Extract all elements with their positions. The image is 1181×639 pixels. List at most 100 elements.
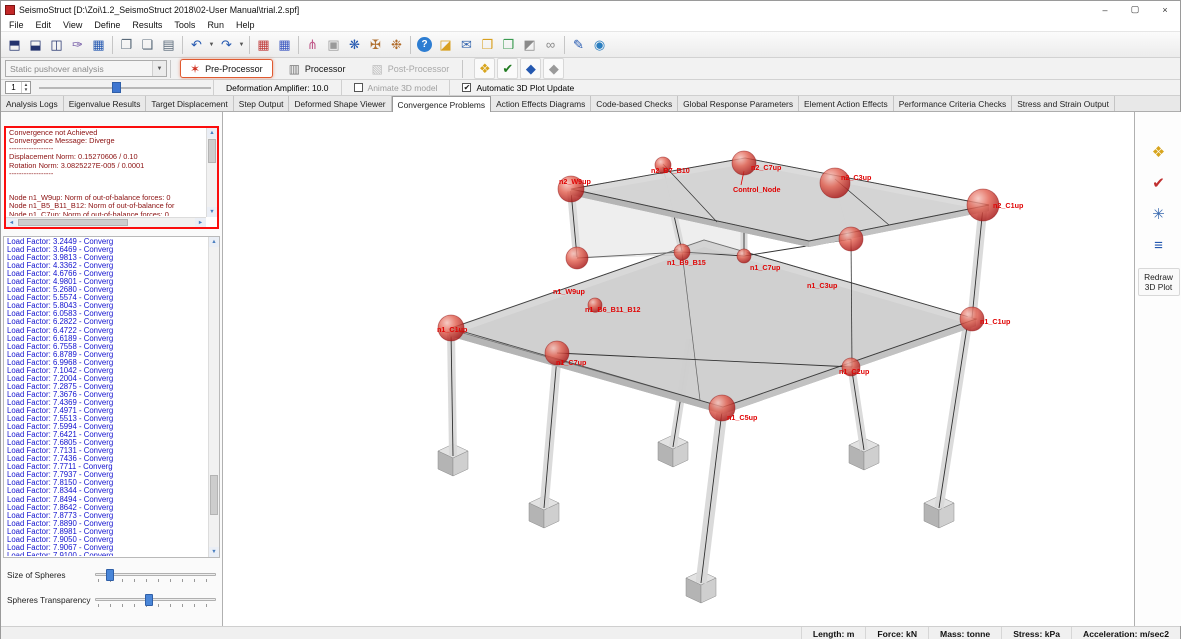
load-factor-row[interactable]: Load Factor: 7.6421 - Converg — [7, 431, 206, 439]
tab-eigenvalue-results[interactable]: Eigenvalue Results — [64, 96, 147, 111]
load-factor-row[interactable]: Load Factor: 3.2449 - Converg — [7, 238, 206, 246]
amplifier-slider[interactable] — [37, 81, 213, 95]
load-factor-row[interactable]: Load Factor: 3.6469 - Converg — [7, 246, 206, 254]
load-factor-row[interactable]: Load Factor: 6.0583 - Converg — [7, 310, 206, 318]
load-factor-vscrollbar[interactable]: ▲ ▼ — [208, 237, 219, 557]
undo-dropdown-icon[interactable]: ▼ — [207, 34, 216, 55]
load-factor-row[interactable]: Load Factor: 7.5513 - Converg — [7, 415, 206, 423]
load-factor-row[interactable]: Load Factor: 6.8789 - Converg — [7, 351, 206, 359]
model-3d-icon[interactable]: ◩ — [519, 34, 540, 55]
load-factor-row[interactable]: Load Factor: 7.6805 - Converg — [7, 439, 206, 447]
convergence-vscrollbar[interactable]: ▲ ▼ — [206, 128, 217, 217]
checklist-icon[interactable]: ✔ — [497, 58, 518, 79]
node-sphere[interactable] — [839, 227, 863, 251]
menu-run[interactable]: Run — [201, 20, 230, 30]
load-factor-row[interactable]: Load Factor: 7.8773 - Converg — [7, 512, 206, 520]
redo-dropdown-icon[interactable]: ▼ — [237, 34, 246, 55]
checklist-icon[interactable]: ✔ — [1146, 171, 1172, 195]
load-factor-row[interactable]: Load Factor: 6.4722 - Converg — [7, 327, 206, 335]
open-results-icon[interactable]: ◪ — [435, 34, 456, 55]
merge-model-icon[interactable]: ◫ — [46, 34, 67, 55]
load-factor-row[interactable]: Load Factor: 5.5574 - Converg — [7, 294, 206, 302]
amplifier-spinner[interactable]: 1 ▲▼ — [5, 81, 31, 94]
spheres-transparency-slider[interactable] — [95, 592, 216, 608]
analysis-type-select[interactable]: Static pushover analysis ▼ — [5, 60, 167, 77]
load-factor-row[interactable]: Load Factor: 3.9813 - Converg — [7, 254, 206, 262]
scroll-down-icon[interactable]: ▼ — [209, 547, 219, 557]
tab-deformed-shape-viewer[interactable]: Deformed Shape Viewer — [289, 96, 391, 111]
minimize-button[interactable]: – — [1090, 1, 1120, 18]
tab-element-action-effects[interactable]: Element Action Effects — [799, 96, 894, 111]
scrollbar-thumb[interactable] — [18, 219, 128, 226]
tab-analysis-logs[interactable]: Analysis Logs — [1, 96, 64, 111]
load-factor-row[interactable]: Load Factor: 7.8150 - Converg — [7, 479, 206, 487]
scrollbar-track[interactable] — [17, 218, 195, 227]
scroll-right-icon[interactable]: ► — [195, 218, 206, 227]
window-icon[interactable]: ▣ — [323, 34, 344, 55]
processor-button[interactable]: ▥ Processor — [279, 59, 356, 78]
load-factor-row[interactable]: Load Factor: 5.8043 - Converg — [7, 302, 206, 310]
scroll-left-icon[interactable]: ◄ — [6, 218, 17, 227]
load-factor-row[interactable]: Load Factor: 7.8344 - Converg — [7, 487, 206, 495]
print-icon[interactable]: ▤ — [158, 34, 179, 55]
load-factor-row[interactable]: Load Factor: 7.8890 - Converg — [7, 520, 206, 528]
load-factor-row[interactable]: Load Factor: 4.3362 - Converg — [7, 262, 206, 270]
load-factor-row[interactable]: Load Factor: 7.5994 - Converg — [7, 423, 206, 431]
load-factor-row[interactable]: Load Factor: 4.9801 - Converg — [7, 278, 206, 286]
load-factor-row[interactable]: Load Factor: 7.8981 - Converg — [7, 528, 206, 536]
load-factor-list[interactable]: Load Factor: 3.2449 - ConvergLoad Factor… — [3, 236, 220, 558]
gear-icon[interactable]: ❋ — [344, 34, 365, 55]
redraw-3d-plot-button[interactable]: Redraw 3D Plot — [1138, 268, 1180, 296]
scroll-up-icon[interactable]: ▲ — [207, 128, 217, 138]
scroll-down-icon[interactable]: ▼ — [207, 207, 217, 217]
link-icon[interactable]: ∞ — [540, 34, 561, 55]
menu-view[interactable]: View — [57, 20, 88, 30]
help-icon[interactable]: ? — [417, 37, 432, 52]
globe-icon[interactable]: ◉ — [589, 34, 610, 55]
tab-action-effects-diagrams[interactable]: Action Effects Diagrams — [491, 96, 591, 111]
tab-target-displacement[interactable]: Target Displacement — [146, 96, 233, 111]
spinner-arrows-icon[interactable]: ▲▼ — [21, 82, 30, 93]
load-factor-row[interactable]: Load Factor: 7.9050 - Converg — [7, 536, 206, 544]
auto-update-checkbox[interactable] — [462, 83, 471, 92]
export-model-icon[interactable]: ⬓ — [25, 34, 46, 55]
load-factor-row[interactable]: Load Factor: 5.2680 - Converg — [7, 286, 206, 294]
slider-thumb[interactable] — [145, 594, 153, 606]
plot-3d-icon[interactable]: ✳ — [1146, 202, 1172, 226]
load-factor-row[interactable]: Load Factor: 7.2004 - Converg — [7, 375, 206, 383]
save-icon[interactable]: ▦ — [88, 34, 109, 55]
close-button[interactable]: × — [1150, 1, 1180, 18]
load-factor-row[interactable]: Load Factor: 6.6189 - Converg — [7, 335, 206, 343]
structural-model[interactable]: n2_W9upn2_B7_B10n2_C7upControl_Noden2_C3… — [223, 112, 1134, 626]
broom-icon[interactable]: ❉ — [386, 34, 407, 55]
scrollbar-track[interactable] — [209, 247, 219, 547]
scrollbar-thumb[interactable] — [210, 475, 218, 515]
load-factor-row[interactable]: Load Factor: 7.7436 - Converg — [7, 455, 206, 463]
tab-global-response-parameters[interactable]: Global Response Parameters — [678, 96, 799, 111]
load-factor-row[interactable]: Load Factor: 4.6766 - Converg — [7, 270, 206, 278]
redo-icon[interactable]: ↷ — [216, 34, 237, 55]
wizard-icon[interactable]: ✑ — [67, 34, 88, 55]
tab-code-based-checks[interactable]: Code-based Checks — [591, 96, 678, 111]
node-sphere[interactable] — [566, 247, 588, 269]
paste-icon[interactable]: ❏ — [137, 34, 158, 55]
subdivide-icon[interactable]: ⋔ — [302, 34, 323, 55]
diamond-gray-icon[interactable]: ◆ — [543, 58, 564, 79]
axes-3d-icon[interactable]: ❖ — [474, 58, 495, 79]
animate-3d-checkbox[interactable] — [354, 83, 363, 92]
slider-thumb[interactable] — [112, 82, 121, 93]
3d-viewport[interactable]: n2_W9upn2_B7_B10n2_C7upControl_Noden2_C3… — [223, 112, 1134, 626]
tab-convergence-problems[interactable]: Convergence Problems — [392, 96, 492, 112]
load-factor-row[interactable]: Load Factor: 6.2822 - Converg — [7, 318, 206, 326]
undo-icon[interactable]: ↶ — [186, 34, 207, 55]
package-green-icon[interactable]: ❒ — [498, 34, 519, 55]
post-processor-button[interactable]: ▧ Post-Processor — [361, 59, 459, 78]
load-factor-row[interactable]: Load Factor: 6.9968 - Converg — [7, 359, 206, 367]
copy-icon[interactable]: ❐ — [116, 34, 137, 55]
solver-settings-icon[interactable]: ✠ — [365, 34, 386, 55]
load-factor-row[interactable]: Load Factor: 7.4369 - Converg — [7, 399, 206, 407]
package-yellow-icon[interactable]: ❒ — [477, 34, 498, 55]
tab-step-output[interactable]: Step Output — [234, 96, 290, 111]
load-factor-row[interactable]: Load Factor: 7.8494 - Converg — [7, 496, 206, 504]
size-of-spheres-slider[interactable] — [95, 567, 216, 583]
